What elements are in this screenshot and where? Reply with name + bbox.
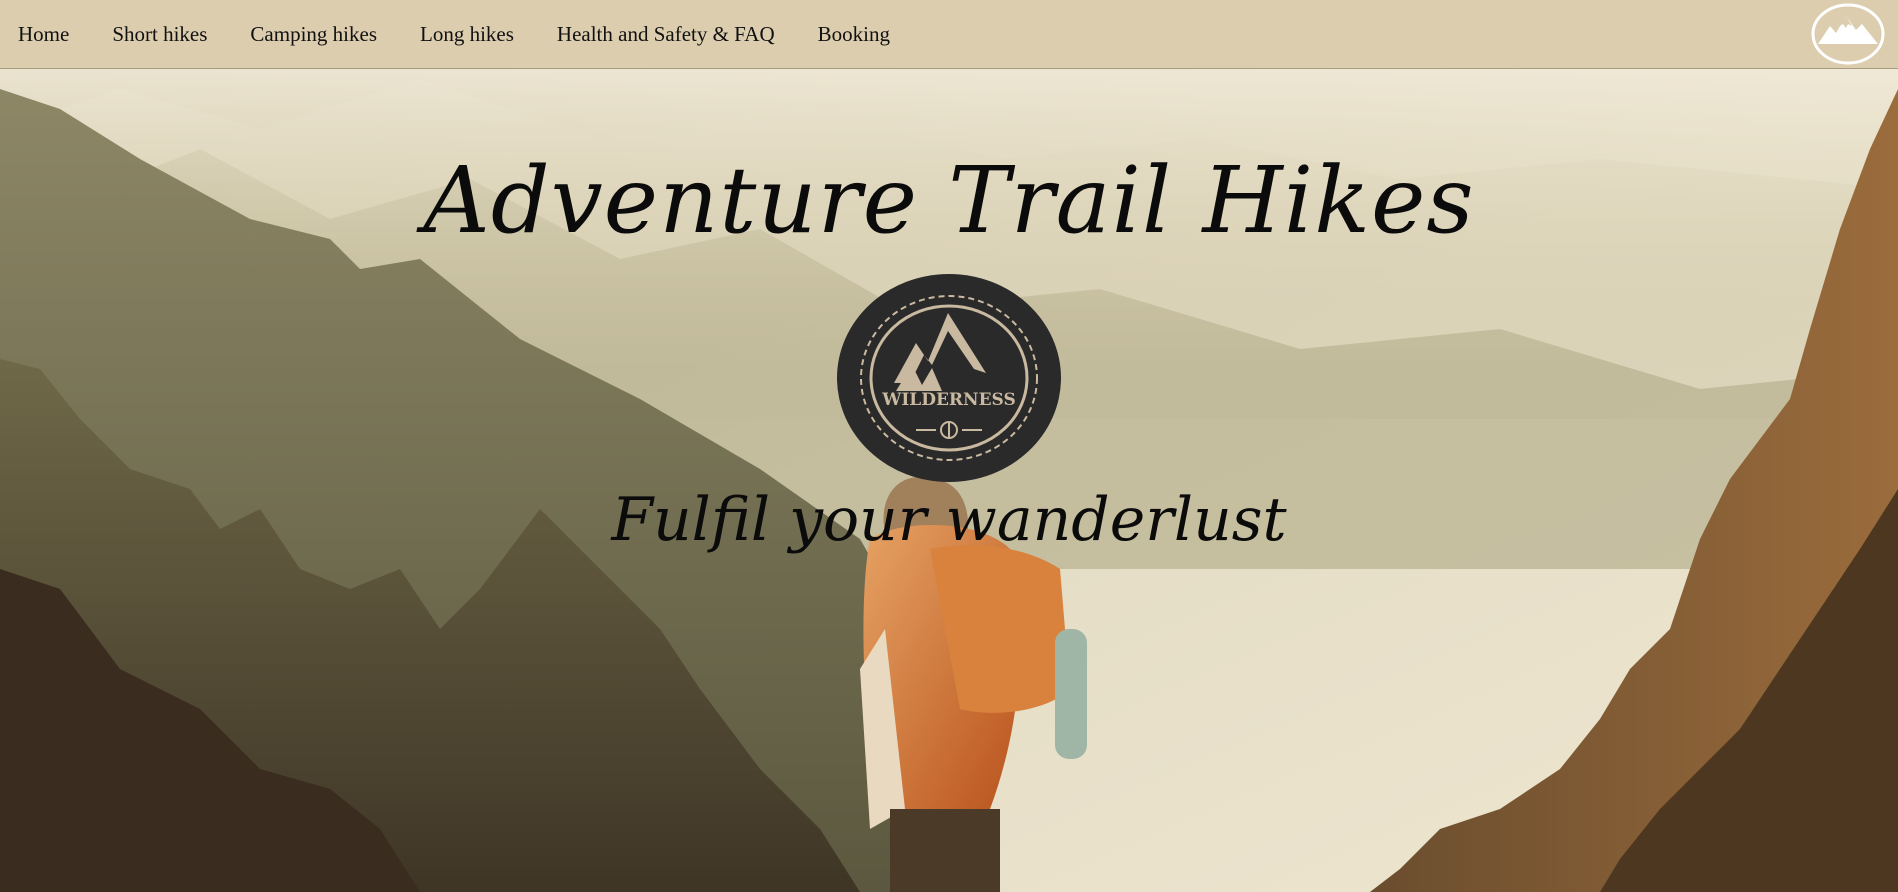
mountain-logo-icon[interactable] <box>1810 2 1886 66</box>
nav-link-camping-hikes[interactable]: Camping hikes <box>250 22 377 47</box>
hero-section: Adventure Trail Hikes WILDERNESS Fulfil … <box>0 69 1898 892</box>
nav-link-home[interactable]: Home <box>18 22 69 47</box>
nav-link-short-hikes[interactable]: Short hikes <box>112 22 207 47</box>
hero-title: Adventure Trail Hikes <box>423 147 1475 254</box>
hero-tagline: Fulfil your wanderlust <box>611 485 1287 555</box>
wilderness-badge-icon: WILDERNESS <box>837 274 1061 482</box>
nav-links: Home Short hikes Camping hikes Long hike… <box>0 0 915 69</box>
nav-link-booking[interactable]: Booking <box>818 22 890 47</box>
nav-link-long-hikes[interactable]: Long hikes <box>420 22 514 47</box>
badge-label: WILDERNESS <box>881 390 1016 410</box>
nav-link-health-safety-faq[interactable]: Health and Safety & FAQ <box>557 22 775 47</box>
top-navbar: Home Short hikes Camping hikes Long hike… <box>0 0 1898 69</box>
